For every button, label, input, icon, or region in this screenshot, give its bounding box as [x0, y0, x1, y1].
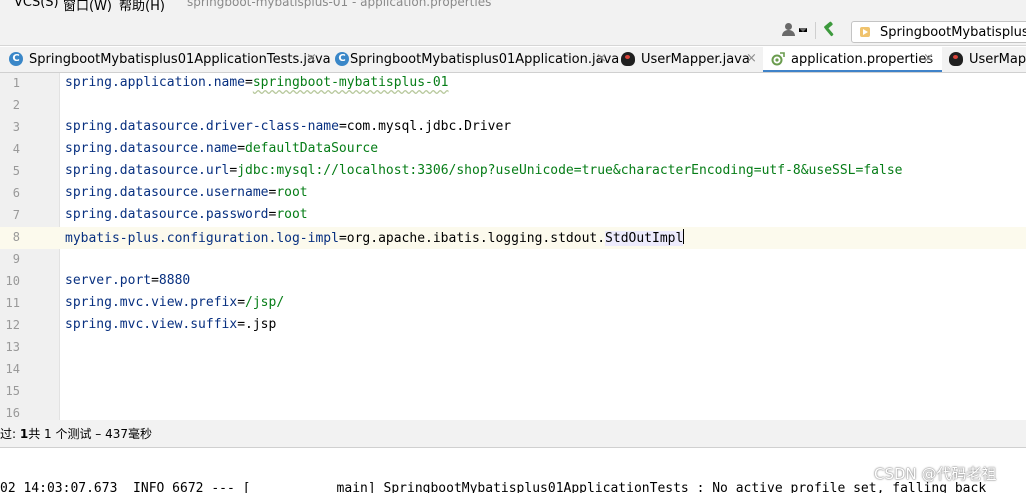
- code-line[interactable]: 1 spring.application.name=springboot-myb…: [0, 73, 1026, 95]
- tab-user-mapper-2[interactable]: UserMapp: [942, 47, 1026, 72]
- code-line[interactable]: 6 spring.datasource.username=root: [0, 183, 1026, 205]
- code-line[interactable]: 2: [0, 95, 1026, 117]
- watermark: CSDN @代码老祖: [874, 465, 997, 483]
- user-icon[interactable]: [781, 21, 811, 39]
- close-icon[interactable]: ×: [306, 51, 317, 66]
- code-line[interactable]: 3 spring.datasource.driver-class-name=co…: [0, 117, 1026, 139]
- close-icon[interactable]: ×: [923, 51, 934, 66]
- class-c-icon: C: [335, 52, 349, 66]
- code-line[interactable]: 11 spring.mvc.view.prefix=/jsp/: [0, 293, 1026, 315]
- test-status-text: 过: 1共 1 个测试 – 437毫秒: [0, 427, 153, 441]
- run-config-label: SpringbootMybatisplus01: [880, 25, 1026, 40]
- run-config-icon: [860, 27, 870, 37]
- console-output[interactable]: 02 14:03:07.673 INFO 6672 --- [ main] Sp…: [0, 448, 1026, 493]
- code-line[interactable]: 9: [0, 249, 1026, 271]
- close-icon[interactable]: ×: [746, 51, 757, 66]
- run-configuration-select[interactable]: SpringbootMybatisplus01: [851, 21, 1026, 43]
- text-cursor: [683, 229, 685, 244]
- code-line[interactable]: 10 server.port=8880: [0, 271, 1026, 293]
- toolbar: SpringbootMybatisplus01: [0, 14, 1026, 46]
- window-title: springboot-mybatisplus-01 - application.…: [187, 0, 492, 9]
- code-line[interactable]: 12 spring.mvc.view.suffix=.jsp: [0, 315, 1026, 337]
- menu-bar: VCS(S) 窗口(W) 帮助(H) springboot-mybatisplu…: [0, 0, 1026, 14]
- menu-help[interactable]: 帮助(H): [119, 0, 165, 14]
- tab-application-tests[interactable]: C SpringbootMybatisplus01ApplicationTest…: [0, 47, 331, 72]
- properties-file-icon: [771, 52, 785, 66]
- chevron-down-icon: [799, 28, 807, 32]
- close-icon[interactable]: ×: [596, 51, 607, 66]
- toolbar-divider: [815, 22, 816, 39]
- code-line[interactable]: 7 spring.datasource.password=root: [0, 205, 1026, 227]
- test-status-bar: 过: 1共 1 个测试 – 437毫秒: [0, 420, 1026, 447]
- menu-vcs[interactable]: VCS(S): [14, 0, 59, 10]
- editor-tab-bar: C SpringbootMybatisplus01ApplicationTest…: [0, 47, 1026, 73]
- code-line[interactable]: 14: [0, 359, 1026, 381]
- hammer-icon[interactable]: [821, 21, 841, 39]
- tab-application[interactable]: C SpringbootMybatisplus01Application.jav…: [326, 47, 619, 72]
- menu-window[interactable]: 窗口(W): [63, 0, 112, 14]
- code-line[interactable]: 5 spring.datasource.url=jdbc:mysql://loc…: [0, 161, 1026, 183]
- code-line-current[interactable]: 8 mybatis-plus.configuration.log-impl=or…: [0, 227, 1026, 249]
- code-editor[interactable]: 1 spring.application.name=springboot-myb…: [0, 73, 1026, 420]
- code-line[interactable]: 13: [0, 337, 1026, 359]
- class-c-icon: C: [9, 52, 23, 66]
- console-log-line: 02 14:03:07.673 INFO 6672 --- [ main] Sp…: [0, 481, 987, 493]
- code-line[interactable]: 15: [0, 381, 1026, 403]
- tab-application-properties[interactable]: application.properties ×: [763, 47, 942, 72]
- duke-icon: [621, 52, 635, 66]
- tab-user-mapper[interactable]: UserMapper.java ×: [616, 47, 763, 72]
- code-line[interactable]: 4 spring.datasource.name=defaultDataSour…: [0, 139, 1026, 161]
- duke-icon: [949, 52, 963, 66]
